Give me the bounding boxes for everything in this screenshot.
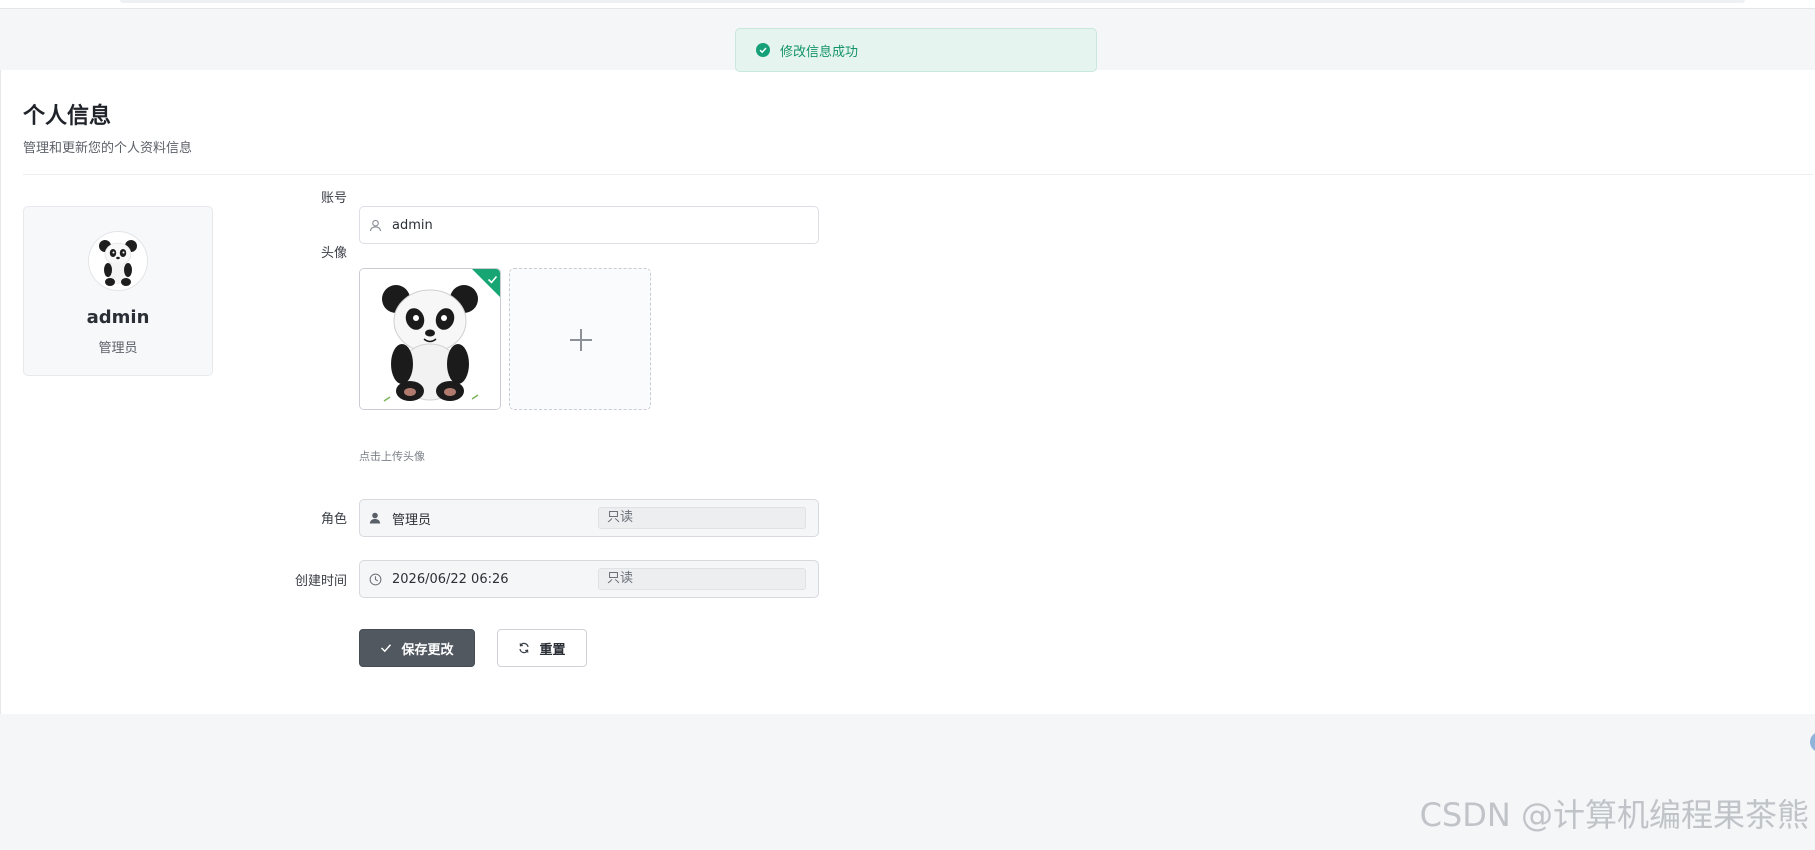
check-icon <box>380 642 392 654</box>
refresh-icon <box>518 642 530 654</box>
account-value: admin <box>392 217 433 233</box>
toast-message: 修改信息成功 <box>780 44 859 60</box>
role-field: 管理员 只读 <box>359 499 819 537</box>
reset-button-label: 重置 <box>539 642 566 658</box>
page-root: 个人信息 管理和更新您的个人资料信息 admin 管理员 账号 admin 头像… <box>0 0 1815 850</box>
floating-edge-button[interactable] <box>1810 732 1815 752</box>
role-label: 角色 <box>320 512 347 527</box>
avatar-preview[interactable] <box>359 268 501 410</box>
top-strip <box>0 0 1815 9</box>
plus-icon-vertical <box>580 329 582 351</box>
profile-role: 管理员 <box>98 341 138 356</box>
save-button-label: 保存更改 <box>401 642 454 658</box>
avatar-upload-button[interactable] <box>509 268 651 410</box>
created-time-field: 2026/06/22 06:26 只读 <box>359 560 819 598</box>
reset-button[interactable]: 重置 <box>497 629 587 667</box>
page-title: 个人信息 <box>23 104 112 129</box>
avatar-label: 头像 <box>320 246 347 261</box>
account-field[interactable]: admin <box>359 206 819 244</box>
user-solid-icon <box>368 511 382 525</box>
upload-hint: 点击上传头像 <box>359 450 425 463</box>
top-strip-bar <box>120 0 1745 3</box>
user-outline-icon <box>368 218 382 232</box>
account-label: 账号 <box>320 191 347 206</box>
success-toast: 修改信息成功 <box>735 28 1097 72</box>
created-time-label: 创建时间 <box>294 574 347 589</box>
watermark: CSDN @计算机编程果茶熊 <box>1419 796 1809 834</box>
role-value: 管理员 <box>392 512 432 528</box>
check-circle-icon <box>756 43 770 57</box>
page-subtitle: 管理和更新您的个人资料信息 <box>23 141 193 156</box>
profile-name: admin <box>86 307 150 328</box>
header-divider <box>23 174 1813 175</box>
role-readonly-tag: 只读 <box>598 507 806 529</box>
save-button[interactable]: 保存更改 <box>359 629 475 667</box>
clock-icon <box>368 572 382 586</box>
panda-avatar-icon <box>88 231 148 291</box>
created-time-readonly-tag: 只读 <box>598 568 806 590</box>
profile-card: admin 管理员 <box>23 206 213 376</box>
check-icon <box>487 270 498 289</box>
created-time-value: 2026/06/22 06:26 <box>392 571 509 587</box>
profile-panel: 个人信息 管理和更新您的个人资料信息 admin 管理员 账号 admin 头像… <box>0 70 1815 714</box>
